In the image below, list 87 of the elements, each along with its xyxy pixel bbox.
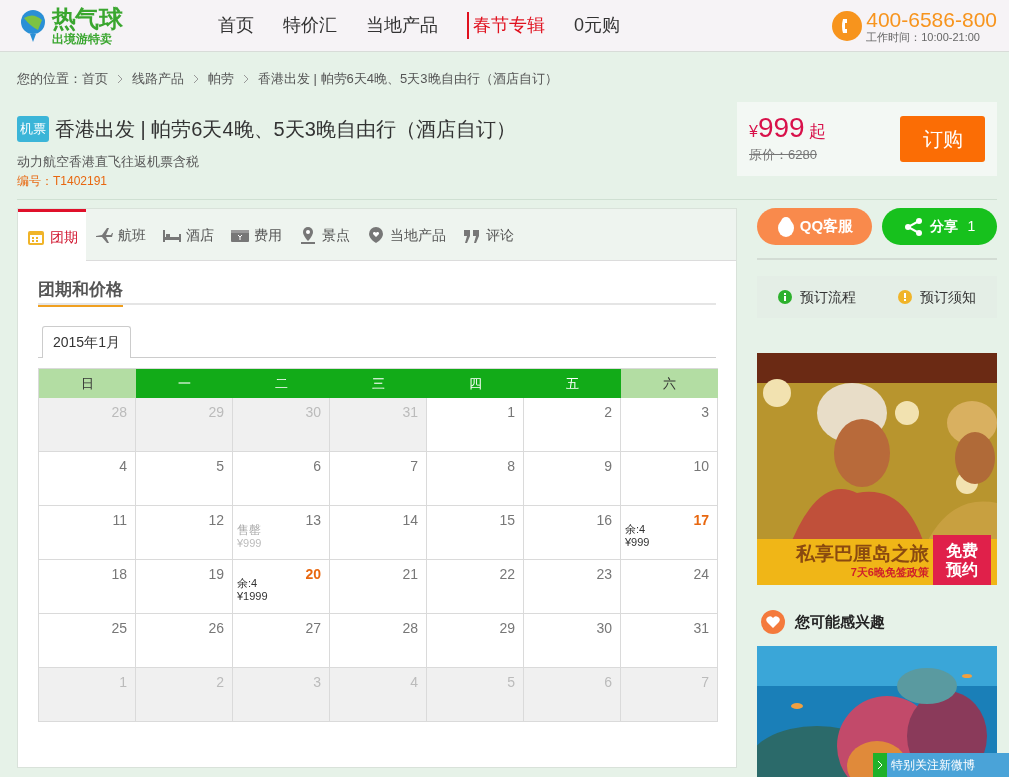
logo-text: 热气球 (52, 6, 123, 31)
calendar-cell: 23 (524, 560, 621, 614)
calendar-cell: 8 (427, 452, 524, 506)
chevron-icon (117, 74, 123, 84)
calendar-cell: 1 (427, 398, 524, 452)
calendar-cell: 2 (524, 398, 621, 452)
booking-link[interactable]: 预订须知 (898, 286, 976, 308)
tab[interactable]: 团期 (18, 209, 86, 262)
weekday-header: 一 (136, 369, 233, 398)
product-title: 香港出发 | 帕劳6天4晚、5天3晚自由行（酒店自订） (55, 117, 516, 142)
breadcrumb-link[interactable]: 香港出发 | 帕劳6天4晚、5天3晚自由行（酒店自订） (258, 69, 558, 89)
calendar-cell: 7 (330, 452, 427, 506)
calendar-cell: 28 (330, 614, 427, 668)
nav-link[interactable]: 当地产品 (366, 12, 438, 39)
calendar-cell: 14 (330, 506, 427, 560)
banner-title: 私享巴厘岛之旅 (796, 542, 929, 566)
product-subtitle: 动力航空香港直飞往返机票含税 (17, 153, 200, 171)
pin-icon (298, 225, 318, 245)
section-title: 团期和价格 (38, 277, 123, 307)
calendar-cell: 18 (39, 560, 136, 614)
calendar-cell: 25 (39, 614, 136, 668)
ticket-tag: 机票 (17, 116, 49, 142)
working-hours: 工作时间：10:00-21:00 (866, 31, 981, 43)
price-amount: 999 (757, 114, 805, 142)
calendar-cell: 22 (427, 560, 524, 614)
nav-link[interactable]: 首页 (218, 12, 254, 39)
plane-icon (94, 225, 114, 245)
calendar-cell: 4 (39, 452, 136, 506)
tab[interactable]: 费用 (222, 209, 290, 261)
calendar-cell: 27 (233, 614, 330, 668)
nav-link[interactable]: 特价汇 (283, 12, 337, 39)
weekday-header: 日 (39, 369, 136, 398)
breadcrumb-label: 您的位置： (17, 70, 82, 89)
breadcrumb-link[interactable]: 首页 (82, 69, 108, 89)
weekday-header: 四 (427, 369, 524, 398)
balloon-icon (18, 7, 48, 44)
free-booking-badge: 免费 预约 (933, 535, 991, 585)
chevron-icon (873, 753, 887, 777)
calendar-cell: 29 (427, 614, 524, 668)
heart-pin-icon (366, 225, 386, 245)
calendar-cell: 31 (621, 614, 718, 668)
calendar-cell: 5 (136, 452, 233, 506)
calendar-cell: 11 (39, 506, 136, 560)
calendar-cell: 16 (524, 506, 621, 560)
section-heading: 您可能感兴趣 (795, 611, 885, 632)
info-icon (778, 290, 792, 304)
calendar-cell: 12 (136, 506, 233, 560)
calendar-cell: 9 (524, 452, 621, 506)
logo-tagline: 出境游特卖 (52, 32, 113, 45)
banner-subtitle: 7天6晚免签政策 (850, 566, 929, 579)
calendar-cell: 24 (621, 560, 718, 614)
breadcrumb-link[interactable]: 线路产品 (132, 69, 184, 89)
calendar-cell: 15 (427, 506, 524, 560)
tab[interactable]: 航班 (86, 209, 154, 261)
tab[interactable]: 景点 (290, 209, 358, 261)
nav-link[interactable]: 0元购 (574, 12, 620, 39)
calendar-cell: 20 余:4 ¥1999 (233, 560, 330, 614)
weekday-header: 二 (233, 369, 330, 398)
calendar-cell: 19 (136, 560, 233, 614)
phone-number: 400-6586-800 (866, 8, 997, 30)
tab[interactable]: 酒店 (154, 209, 222, 261)
calendar-cell: 13 售罄 ¥999 (233, 506, 330, 560)
month-tab[interactable]: 2015年1月 (42, 326, 131, 358)
warning-icon (898, 290, 912, 304)
calendar-cell: 6 (233, 452, 330, 506)
nav-link[interactable]: 春节专辑 (467, 12, 545, 39)
price-suffix: 起 (808, 121, 826, 143)
calendar-cell: 17 余:4 ¥999 (621, 506, 718, 560)
share-icon (903, 216, 924, 237)
chevron-icon (243, 74, 249, 84)
weekday-header: 六 (621, 369, 718, 398)
chevron-icon (193, 74, 199, 84)
calendar-cell: 21 (330, 560, 427, 614)
calendar-cell: 30 (524, 614, 621, 668)
calendar-cell: 10 (621, 452, 718, 506)
tab[interactable]: 评论 (454, 209, 522, 261)
original-price: 原价：6280 (749, 145, 818, 164)
breadcrumb-link[interactable]: 帕劳 (208, 69, 234, 89)
weekday-header: 五 (524, 369, 621, 398)
phone-icon (832, 10, 863, 41)
booking-link[interactable]: 预订流程 (778, 286, 856, 308)
calendar-cell: 3 (621, 398, 718, 452)
product-code: 编号：T1402191 (17, 172, 109, 190)
currency-symbol: ¥ (749, 123, 758, 142)
tab[interactable]: 当地产品 (358, 209, 454, 261)
calendar-cell: 26 (136, 614, 233, 668)
weekday-header: 三 (330, 369, 427, 398)
